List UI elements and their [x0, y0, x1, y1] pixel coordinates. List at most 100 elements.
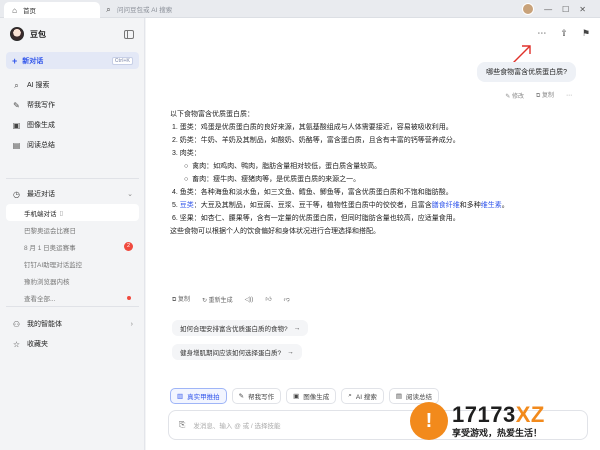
brand-name: 豆包: [30, 29, 46, 39]
watermark-brand-xz: XZ: [515, 401, 545, 427]
recent-item[interactable]: 巴黎奥运会比赛日: [6, 221, 139, 238]
title-bar: ⌂ 首页 ⌕ 问问豆包或 AI 搜索 — ☐ ✕: [0, 0, 600, 18]
sidebar-item-writing[interactable]: ✎ 帮我写作: [6, 95, 139, 115]
sidebar-item-bookmarks[interactable]: ☆ 收藏夹: [6, 334, 139, 354]
answer-link[interactable]: 豆类: [180, 202, 194, 209]
share-icon[interactable]: ⇪: [560, 28, 568, 39]
minimize-icon[interactable]: —: [544, 5, 552, 14]
regenerate-button[interactable]: ↻ 重新生成: [202, 295, 233, 304]
view-all-link[interactable]: 查看全部...: [6, 289, 139, 306]
copy-button[interactable]: ⧉ 复制: [536, 90, 554, 100]
regenerate-label: 重新生成: [208, 297, 233, 304]
watermark-slogan: 享受游戏，热爱生活！: [452, 427, 543, 438]
pen-icon: ✎: [238, 393, 245, 400]
answer-subitem: ○ 禽肉：如鸡肉、鸭肉，脂肪含量相对较低，蛋白质含量较高。: [184, 163, 382, 170]
notification-dot: [127, 296, 131, 300]
sidebar-nav: ⌕ AI 搜索 ✎ 帮我写作 ▣ 图像生成 ▤ 阅读总结: [6, 75, 139, 155]
skill-label: AI 搜索: [355, 394, 377, 401]
clock-icon: ◷: [13, 189, 20, 199]
top-actions: ⋯ ⇪ ⚑: [537, 28, 590, 39]
edit-button[interactable]: ✎ 修改: [505, 91, 524, 100]
sidebar-item-agents[interactable]: ⚇ 我的智能体 ›: [6, 314, 139, 334]
answer-subitem-text: 畜肉：瘦牛肉、瘦猪肉等，是优质蛋白质的来源之一。: [192, 176, 361, 183]
recent-item[interactable]: 8 月 1 日奥运赛事 2: [6, 238, 139, 255]
copy-label: 复制: [177, 297, 190, 303]
bookmark-icon[interactable]: ⚑: [582, 28, 590, 39]
watermark-brand: 17173XZ: [452, 401, 545, 427]
answer-item: 2. 奶类：牛奶、羊奶及其制品，如酸奶、奶酪等，富含蛋白质，且含有丰富的钙等营养…: [172, 137, 460, 144]
chevron-right-icon: ›: [130, 320, 133, 328]
image-icon: ▣: [12, 120, 21, 130]
answer-item: 3. 肉类：: [172, 150, 201, 157]
more-icon[interactable]: ⋯: [566, 92, 572, 99]
sidebar-item-image[interactable]: ▣ 图像生成: [6, 115, 139, 135]
answer-text: ：大豆及其制品，如豆腐、豆浆、豆干等，植物性蛋白质中的佼佼者，且富含: [193, 202, 432, 209]
close-icon[interactable]: ✕: [579, 5, 586, 14]
image-icon: ▣: [293, 393, 300, 400]
recent-item-label: 钉钉AI助理对话监控: [24, 261, 83, 269]
sidebar-item-reading[interactable]: ▤ 阅读总结: [6, 135, 139, 155]
speaker-icon[interactable]: ◁)): [245, 296, 254, 303]
reading-icon: ▤: [12, 140, 21, 150]
tab-label: 首页: [23, 8, 36, 15]
new-chat-button[interactable]: + 新对话 Ctrl+K: [6, 52, 139, 69]
book-icon: ▥: [177, 393, 184, 400]
user-avatar[interactable]: [522, 3, 535, 15]
recent-item-label: 查看全部...: [24, 295, 56, 303]
recent-list: 手机端对话 ▯ 巴黎奥运会比赛日 8 月 1 日奥运赛事 2 钉钉AI助理对话监…: [6, 204, 139, 306]
input-placeholder: 发消息、输入 @ 或 / 选择技能: [193, 423, 281, 430]
address-bar[interactable]: ⌕ 问问豆包或 AI 搜索: [104, 3, 274, 15]
answer-text: 5.: [172, 202, 180, 209]
recent-item[interactable]: 手机端对话 ▯: [6, 204, 139, 221]
copy-label: 复制: [541, 93, 554, 99]
copy-button[interactable]: ⧉ 复制: [172, 294, 190, 304]
answer-link[interactable]: 维生素: [481, 202, 502, 209]
skill-label: 真实甲推拍: [187, 394, 220, 401]
chevron-down-icon: ⌄: [127, 191, 133, 198]
skill-label: 图像生成: [303, 394, 330, 401]
thumbs-down-icon[interactable]: 👎︎: [284, 295, 290, 303]
brand: 豆包: [10, 27, 46, 41]
recent-item-label: 巴黎奥运会比赛日: [24, 227, 76, 235]
skill-chip[interactable]: ⌕ AI 搜索: [341, 388, 384, 404]
recent-item[interactable]: 钉钉AI助理对话监控: [6, 255, 139, 272]
answer-link[interactable]: 膳食纤维: [432, 202, 460, 209]
watermark: ! 17173XZ 享受游戏，热爱生活！: [410, 392, 600, 450]
suggestion-chip[interactable]: 健身增肌期间应该如何选择蛋白质? →: [172, 344, 302, 360]
sidebar-item-ai-search[interactable]: ⌕ AI 搜索: [6, 75, 139, 95]
skill-chip[interactable]: ▣ 图像生成: [286, 388, 337, 404]
watermark-brand-num: 17173: [452, 401, 516, 427]
maximize-icon[interactable]: ☐: [562, 5, 569, 14]
sidebar: 豆包 + 新对话 Ctrl+K ⌕ AI 搜索 ✎ 帮我写作 ▣ 图像生成 ▤ …: [0, 18, 145, 450]
search-icon: ⌕: [106, 4, 111, 14]
search-icon: ⌕: [348, 392, 352, 399]
recent-item-label: 手机端对话: [24, 210, 57, 218]
pen-icon: ✎: [13, 100, 20, 110]
tab-home[interactable]: ⌂ 首页: [4, 2, 100, 18]
more-icon[interactable]: ⋯: [537, 28, 546, 39]
agent-icon: ⚇: [12, 319, 21, 329]
sidebar-item-label: 阅读总结: [27, 142, 55, 149]
watermark-text: 17173XZ 享受游戏，热爱生活！: [452, 401, 545, 439]
skill-chip[interactable]: ▥ 真实甲推拍: [170, 388, 227, 404]
sidebar-item-label: 收藏夹: [27, 341, 48, 348]
attach-icon[interactable]: ⎘: [179, 420, 185, 430]
skill-chip[interactable]: ✎ 帮我写作: [231, 388, 282, 404]
arrow-right-icon: →: [293, 324, 301, 332]
recent-item-label: 8 月 1 日奥运赛事: [24, 244, 76, 252]
search-icon: ⌕: [14, 80, 19, 90]
recent-item[interactable]: 豫豹浏览器内核: [6, 272, 139, 289]
sidebar-collapse-icon[interactable]: [124, 30, 134, 39]
window-controls: — ☐ ✕: [522, 2, 586, 16]
answer-item: 4. 鱼类：各种海鱼和淡水鱼，如三文鱼、鳕鱼、鲫鱼等，富含优质蛋白质和不饱和脂肪…: [172, 189, 453, 196]
address-placeholder: 问问豆包或 AI 搜索: [117, 7, 173, 14]
sidebar-item-label: 帮我写作: [27, 102, 55, 109]
new-chat-shortcut: Ctrl+K: [111, 56, 133, 65]
suggestion-chip[interactable]: 如何合理安排富含优质蛋白质的食物? →: [172, 320, 309, 336]
watermark-logo-icon: !: [410, 402, 448, 440]
sidebar-bottom-nav: ⚇ 我的智能体 › ☆ 收藏夹: [6, 314, 139, 354]
bookmark-icon: ☆: [12, 339, 21, 349]
edit-label: 修改: [512, 93, 525, 100]
thumbs-up-icon[interactable]: 👍︎: [265, 295, 271, 303]
recent-header[interactable]: ◷ 最近对话 ⌄: [6, 185, 139, 203]
